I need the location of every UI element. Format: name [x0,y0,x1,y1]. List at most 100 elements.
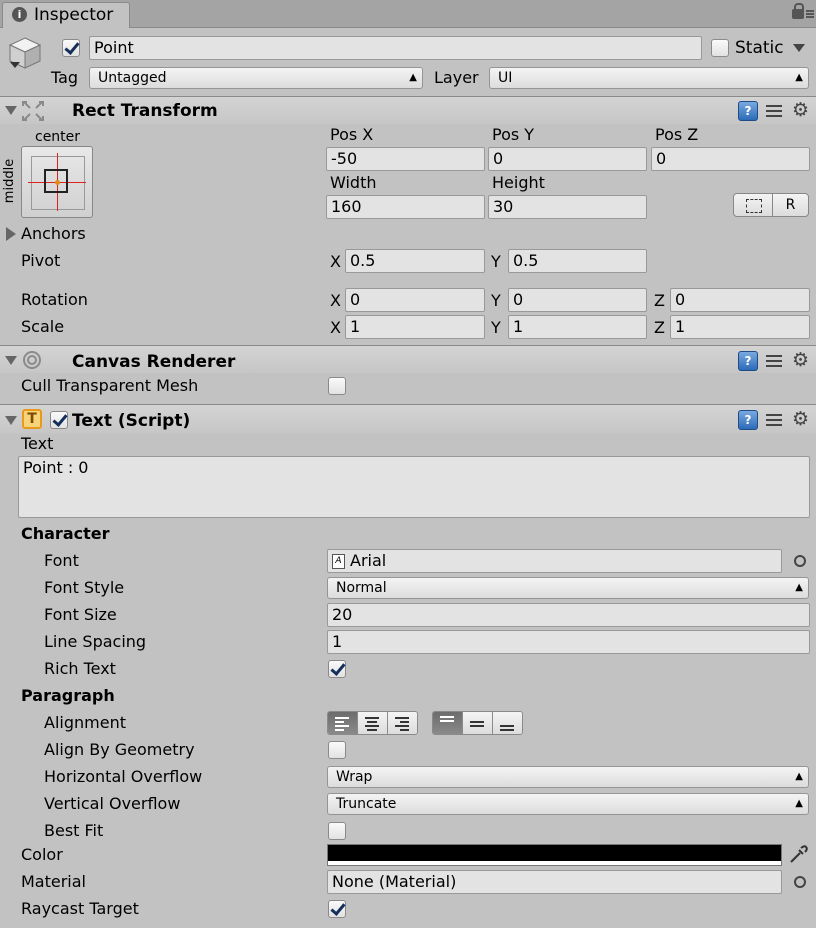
object-picker-icon[interactable] [794,876,806,888]
foldout-arrow[interactable] [5,416,17,425]
rotation-z-field[interactable]: 0 [670,288,810,312]
font-field[interactable]: A Arial [327,549,782,573]
pos-z-field[interactable]: 0 [651,147,810,171]
help-icon[interactable]: ? [738,351,758,371]
text-component-icon: T [22,409,42,429]
rich-text-checkbox[interactable] [328,660,346,678]
foldout-arrow[interactable] [5,106,17,115]
object-name-field[interactable]: Point [89,36,702,60]
presets-icon[interactable] [765,411,783,429]
gear-icon[interactable]: ⚙ [792,101,809,120]
foldout-arrow[interactable] [5,356,17,365]
character-section-label: Character [21,524,110,543]
horizontal-alignment-buttons[interactable] [327,711,418,735]
line-spacing-label: Line Spacing [44,632,147,651]
color-swatch[interactable] [327,844,782,866]
pivot-label: Pivot [21,251,61,270]
paragraph-section-label: Paragraph [21,686,115,705]
align-top-icon[interactable] [433,712,463,734]
raycast-target-label: Raycast Target [21,899,139,918]
best-fit-checkbox[interactable] [328,822,346,840]
rotation-y-field[interactable]: 0 [508,288,647,312]
vertical-alignment-buttons[interactable] [432,711,523,735]
info-icon: i [12,7,27,22]
material-field[interactable]: None (Material) [327,870,782,894]
pivot-x-field[interactable]: 0.5 [345,249,485,273]
static-label: Static [735,38,784,58]
presets-icon[interactable] [765,352,783,370]
anchors-foldout-arrow[interactable] [6,227,16,241]
align-right-icon[interactable] [388,712,417,734]
align-middle-icon[interactable] [463,712,493,734]
anchors-label[interactable]: Anchors [21,224,86,244]
align-left-icon[interactable] [328,712,358,734]
pivot-x-letter: X [330,252,341,271]
anchor-v-label: middle [2,158,18,204]
scale-z-field[interactable]: 1 [670,315,810,339]
font-label: Font [44,551,79,570]
rotation-label: Rotation [21,290,88,309]
best-fit-label: Best Fit [44,821,104,840]
pos-z-label: Pos Z [655,125,699,144]
canvas-renderer-icon [22,350,42,370]
static-dropdown-arrow[interactable] [793,44,805,52]
width-label: Width [330,173,377,192]
text-enabled-checkbox[interactable] [50,411,68,429]
icon-dropdown-arrow[interactable] [10,62,20,68]
vertical-overflow-dropdown[interactable]: Truncate ▲ [327,793,809,815]
help-icon[interactable]: ? [738,410,758,430]
scale-y-field[interactable]: 1 [508,315,647,339]
text-label: Text [21,434,54,453]
cull-transparent-mesh-checkbox[interactable] [328,377,346,395]
cull-transparent-mesh-label: Cull Transparent Mesh [21,376,199,395]
scale-label: Scale [21,317,65,336]
rotation-x-field[interactable]: 0 [345,288,485,312]
text-area[interactable]: Point : 0 [18,456,810,518]
font-style-dropdown[interactable]: Normal ▲ [327,577,809,599]
rotation-x-letter: X [330,291,341,310]
raycast-target-checkbox[interactable] [328,900,346,918]
anchor-presets-button[interactable] [21,146,93,218]
font-asset-icon: A [332,554,345,569]
eyedropper-icon[interactable] [788,845,808,865]
tag-dropdown[interactable]: Untagged ▲ [89,67,423,89]
pos-x-label: Pos X [330,125,374,144]
rich-text-label: Rich Text [44,659,116,678]
anchor-h-label: center [35,129,81,145]
raw-edit-button[interactable]: R [772,193,809,217]
tab-inspector[interactable]: i Inspector [2,2,130,28]
align-center-icon[interactable] [358,712,388,734]
active-checkbox[interactable] [62,39,80,57]
object-picker-icon[interactable] [794,555,806,567]
layer-dropdown[interactable]: UI ▲ [489,67,809,89]
horizontal-overflow-dropdown[interactable]: Wrap ▲ [327,766,809,788]
align-by-geometry-label: Align By Geometry [44,740,195,759]
rect-transform-title: Rect Transform [72,101,218,121]
color-fill [328,845,781,861]
align-by-geometry-checkbox[interactable] [328,741,346,759]
layer-label: Layer [434,68,479,87]
scale-y-letter: Y [491,318,501,337]
pos-x-field[interactable]: -50 [326,147,485,171]
pivot-y-letter: Y [491,252,501,271]
alignment-label: Alignment [44,713,126,732]
gear-icon[interactable]: ⚙ [792,410,809,429]
font-size-field[interactable]: 20 [327,603,810,627]
presets-icon[interactable] [765,102,783,120]
rotation-y-letter: Y [491,291,501,310]
pos-y-label: Pos Y [492,125,535,144]
width-field[interactable]: 160 [326,195,485,219]
height-field[interactable]: 30 [488,195,647,219]
help-icon[interactable]: ? [738,101,758,121]
line-spacing-field[interactable]: 1 [327,630,810,654]
gear-icon[interactable]: ⚙ [792,351,809,370]
scale-x-field[interactable]: 1 [345,315,485,339]
menu-icon[interactable] [806,10,814,18]
pos-y-field[interactable]: 0 [488,147,647,171]
blueprint-mode-button[interactable] [733,193,773,217]
canvas-renderer-title: Canvas Renderer [72,352,236,372]
static-checkbox[interactable] [711,39,729,57]
align-bottom-icon[interactable] [493,712,522,734]
color-label: Color [21,845,63,864]
pivot-y-field[interactable]: 0.5 [508,249,647,273]
